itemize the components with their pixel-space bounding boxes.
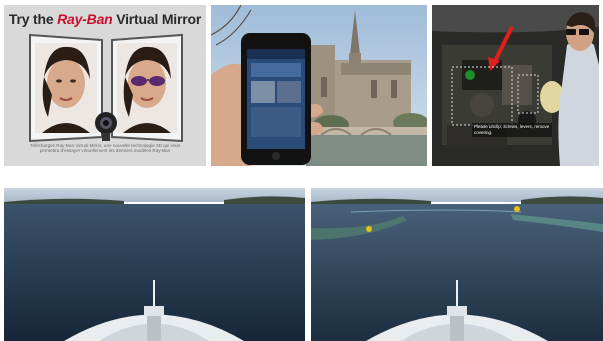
ship-bow-ar-view-image	[311, 188, 603, 341]
sea-scene-ar	[311, 188, 603, 341]
cathedral-scene	[211, 5, 427, 166]
smartphone	[241, 33, 311, 165]
engine-scene	[432, 5, 599, 166]
left-mirror-frame	[29, 33, 103, 143]
right-mirror-frame	[111, 33, 183, 143]
smartphone-ar-cathedral-image	[211, 5, 427, 166]
engine-maintenance-ar-image: Please unclip, screws, levers, remove co…	[432, 5, 599, 166]
ray-ban-caption: Téléchargez Ray-Ban Virtual Mirror, une …	[29, 143, 181, 154]
ship-bow-view-image	[4, 188, 305, 341]
mirror-scene	[29, 33, 183, 143]
ray-ban-virtual-mirror-image: Try the Ray-Ban Virtual Mirror Télécharg…	[4, 5, 206, 166]
sea-scene-plain	[4, 188, 305, 341]
engine-annotation: Please unclip, screws, levers, remove co…	[474, 124, 550, 135]
